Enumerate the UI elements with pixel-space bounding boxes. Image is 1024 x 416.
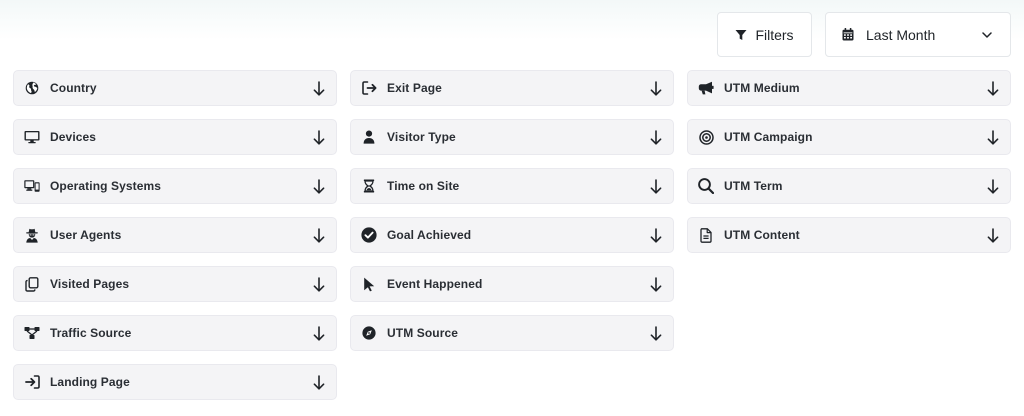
arrow-down-icon[interactable]: [649, 227, 663, 243]
breakdown-item-label: Visitor Type: [387, 130, 456, 144]
breakdown-item-content: UTM Content: [698, 227, 800, 243]
breakdown-item-utm-source[interactable]: UTM Source: [350, 315, 674, 351]
arrow-down-icon[interactable]: [312, 129, 326, 145]
arrow-down-icon[interactable]: [649, 129, 663, 145]
compass-icon: [361, 325, 377, 341]
arrow-down-icon[interactable]: [312, 325, 326, 341]
arrow-down-icon[interactable]: [986, 129, 1000, 145]
hourglass-icon: [361, 178, 377, 194]
breakdown-item-time-on-site[interactable]: Time on Site: [350, 168, 674, 204]
breakdown-item-label: UTM Source: [387, 326, 459, 340]
breakdown-item-label: Traffic Source: [50, 326, 132, 340]
breakdown-item-content: UTM Term: [698, 178, 783, 194]
breakdown-item-content: Time on Site: [361, 178, 459, 194]
breakdown-item-content: Landing Page: [24, 374, 130, 390]
calendar-icon: [842, 28, 854, 41]
breakdown-item-content: UTM Campaign: [698, 129, 813, 145]
chevron-down-icon: [982, 31, 992, 38]
breakdown-item-label: Country: [50, 81, 97, 95]
breakdown-item-content: Exit Page: [361, 80, 442, 96]
breakdown-item-content: Devices: [24, 129, 96, 145]
breakdown-item-country[interactable]: Country: [13, 70, 337, 106]
breakdown-item-utm-content[interactable]: UTM Content: [687, 217, 1011, 253]
breakdown-item-label: UTM Content: [724, 228, 800, 242]
breakdown-grid: Country Devices Operating Systems User Agen…: [13, 70, 1011, 400]
sign-in-icon: [24, 374, 40, 390]
toolbar: Filters Last Month: [717, 12, 1011, 57]
globe-icon: [24, 80, 40, 96]
sitemap-icon: [24, 325, 40, 341]
arrow-down-icon[interactable]: [649, 325, 663, 341]
filters-label: Filters: [755, 26, 794, 43]
breakdown-item-utm-term[interactable]: UTM Term: [687, 168, 1011, 204]
breakdown-item-label: Visited Pages: [50, 277, 130, 291]
arrow-down-icon[interactable]: [986, 80, 1000, 96]
copy-pages-icon: [24, 276, 40, 292]
breakdown-item-content: UTM Source: [361, 325, 458, 341]
breakdown-item-content: User Agents: [24, 227, 121, 243]
breakdown-item-label: Goal Achieved: [387, 228, 472, 242]
breakdown-item-exit-page[interactable]: Exit Page: [350, 70, 674, 106]
cursor-icon: [361, 276, 377, 292]
breakdown-item-label: UTM Term: [724, 179, 783, 193]
breakdown-item-label: Landing Page: [50, 375, 130, 389]
arrow-down-icon[interactable]: [312, 276, 326, 292]
arrow-down-icon[interactable]: [986, 178, 1000, 194]
arrow-down-icon[interactable]: [649, 80, 663, 96]
breakdown-item-user-agents[interactable]: User Agents: [13, 217, 337, 253]
breakdown-item-operating-systems[interactable]: Operating Systems: [13, 168, 337, 204]
breakdown-item-label: Time on Site: [387, 179, 460, 193]
breakdown-item-label: Exit Page: [387, 81, 442, 95]
breakdown-item-label: UTM Campaign: [724, 130, 813, 144]
breakdown-item-label: Operating Systems: [50, 179, 162, 193]
filter-icon: [735, 29, 747, 41]
breakdown-item-content: Event Happened: [361, 276, 482, 292]
breakdown-item-content: Country: [24, 80, 97, 96]
breakdown-item-label: User Agents: [50, 228, 122, 242]
breakdown-item-label: Devices: [50, 130, 97, 144]
check-circle-icon: [361, 227, 377, 243]
arrow-down-icon[interactable]: [312, 227, 326, 243]
breakdown-item-event-happened[interactable]: Event Happened: [350, 266, 674, 302]
file-text-icon: [698, 227, 714, 243]
user-secret-icon: [24, 227, 40, 243]
arrow-down-icon[interactable]: [312, 80, 326, 96]
breakdown-item-landing-page[interactable]: Landing Page: [13, 364, 337, 400]
breakdown-item-content: Goal Achieved: [361, 227, 471, 243]
target-icon: [698, 129, 714, 145]
breakdown-item-label: Event Happened: [387, 277, 483, 291]
breakdown-item-utm-medium[interactable]: UTM Medium: [687, 70, 1011, 106]
breakdown-item-content: Traffic Source: [24, 325, 131, 341]
sign-out-icon: [361, 80, 377, 96]
date-range-select[interactable]: Last Month: [825, 12, 1011, 57]
user-icon: [361, 129, 377, 145]
arrow-down-icon[interactable]: [649, 178, 663, 194]
breakdown-column: UTM Medium UTM Campaign UTM Term UTM Conten…: [687, 70, 1011, 400]
date-range-label: Last Month: [866, 26, 936, 43]
breakdown-item-content: Visited Pages: [24, 276, 129, 292]
arrow-down-icon[interactable]: [312, 178, 326, 194]
breakdown-item-visited-pages[interactable]: Visited Pages: [13, 266, 337, 302]
breakdown-item-traffic-source[interactable]: Traffic Source: [13, 315, 337, 351]
megaphone-icon: [698, 80, 714, 96]
page: Filters Last Month Country Devices Opera…: [0, 0, 1024, 416]
breakdown-item-content: Visitor Type: [361, 129, 456, 145]
monitor-icon: [24, 129, 40, 145]
breakdown-item-utm-campaign[interactable]: UTM Campaign: [687, 119, 1011, 155]
desktop-mobile-icon: [24, 178, 40, 194]
arrow-down-icon[interactable]: [312, 374, 326, 390]
breakdown-item-label: UTM Medium: [724, 81, 800, 95]
breakdown-item-devices[interactable]: Devices: [13, 119, 337, 155]
breakdown-item-goal-achieved[interactable]: Goal Achieved: [350, 217, 674, 253]
search-icon: [698, 178, 714, 194]
breakdown-column: Country Devices Operating Systems User Agen…: [13, 70, 337, 400]
breakdown-item-content: UTM Medium: [698, 80, 800, 96]
breakdown-item-visitor-type[interactable]: Visitor Type: [350, 119, 674, 155]
breakdown-item-content: Operating Systems: [24, 178, 161, 194]
arrow-down-icon[interactable]: [986, 227, 1000, 243]
arrow-down-icon[interactable]: [649, 276, 663, 292]
filters-button[interactable]: Filters: [717, 12, 812, 57]
breakdown-column: Exit Page Visitor Type Time on Site Goal Ac…: [350, 70, 674, 400]
